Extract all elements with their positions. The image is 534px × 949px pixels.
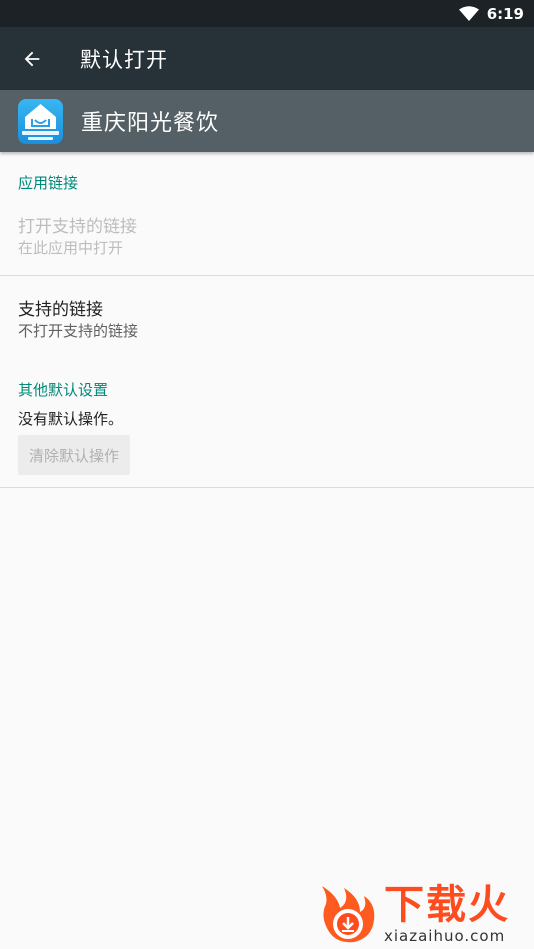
section-title-other-defaults: 其他默认设置 [18,381,109,399]
clear-defaults-button[interactable]: 清除默认操作 [18,435,130,475]
back-button[interactable] [0,27,64,90]
section-title-app-links: 应用链接 [18,174,79,192]
app-icon [18,98,63,144]
app-header: 重庆阳光餐饮 [0,90,534,152]
back-arrow-icon [24,51,40,66]
app-name: 重庆阳光餐饮 [81,111,220,136]
wifi-icon [458,5,479,22]
divider [0,487,534,488]
open-supported-links-title: 打开支持的链接 [18,217,137,237]
open-supported-links-subtitle: 在此应用中打开 [18,239,124,257]
supported-links-subtitle: 不打开支持的链接 [18,322,139,340]
no-default-actions-text: 没有默认操作。 [18,410,124,428]
status-bar: 6:19 [0,0,534,27]
page-title: 默认打开 [80,47,168,72]
toolbar: 默认打开 [0,27,534,90]
watermark-title: 下载火 [384,881,510,928]
status-time: 6:19 [486,4,524,23]
divider [0,275,534,276]
flame-logo-icon [322,885,375,942]
watermark-url: xiazaihuo.com [384,926,506,945]
supported-links-title: 支持的链接 [18,300,103,320]
watermark: 下载火 xiazaihuo.com [314,878,534,949]
